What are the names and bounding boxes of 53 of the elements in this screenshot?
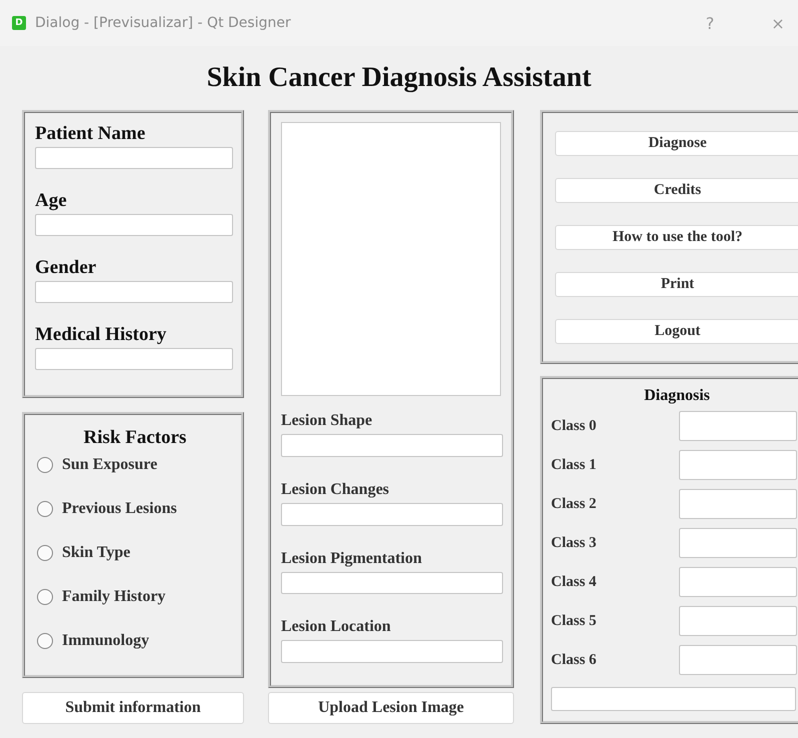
radio-button[interactable] <box>37 545 53 561</box>
app-heading: Skin Cancer Diagnosis Assistant <box>206 62 592 95</box>
panel-title: Diagnosis <box>643 386 711 406</box>
radio-button[interactable] <box>37 457 53 473</box>
class-label: Class 6 <box>551 652 598 668</box>
class-label: Class 3 <box>551 534 598 552</box>
radio-label[interactable]: Family History <box>62 588 166 606</box>
action-button[interactable]: Logout <box>555 319 798 344</box>
input-field[interactable] <box>679 606 797 636</box>
input-field[interactable] <box>679 411 797 441</box>
input-field[interactable] <box>35 281 233 303</box>
radio-label[interactable]: Immunology <box>62 632 150 650</box>
input-field[interactable] <box>281 502 503 526</box>
input-field[interactable] <box>281 640 503 663</box>
submit-button[interactable]: Submit information <box>22 692 244 724</box>
input-field[interactable] <box>281 572 503 594</box>
class-label: Class 1 <box>551 456 598 474</box>
field-label: Lesion Changes <box>281 480 390 500</box>
field-label: Lesion Shape <box>281 411 374 432</box>
radio-button[interactable] <box>37 633 53 649</box>
input-field[interactable] <box>281 434 503 457</box>
action-button[interactable]: Diagnose <box>555 131 798 156</box>
app-icon: D <box>12 16 26 30</box>
action-button[interactable]: How to use the tool? <box>555 225 798 250</box>
input-field[interactable] <box>679 528 797 558</box>
radio-label[interactable]: Previous Lesions <box>62 500 177 518</box>
class-label: Class 5 <box>551 612 598 630</box>
field-label: Gender <box>35 257 98 279</box>
field-label: Age <box>35 190 68 212</box>
input-field[interactable] <box>679 645 797 675</box>
window-title: Dialog - [Previsualizar] - Qt Designer <box>35 15 291 31</box>
radio-label[interactable]: Sun Exposure <box>62 456 158 474</box>
upload-button[interactable]: Upload Lesion Image <box>268 692 514 724</box>
input-field[interactable] <box>679 567 797 597</box>
field-label: Medical History <box>35 324 168 346</box>
field-label: Lesion Pigmentation <box>281 548 423 569</box>
action-button[interactable]: Print <box>555 272 798 297</box>
radio-button[interactable] <box>37 501 53 517</box>
field-label: Patient Name <box>35 123 146 145</box>
field-label: Lesion Location <box>281 617 392 638</box>
radio-label[interactable]: Skin Type <box>62 544 130 562</box>
input-field[interactable] <box>679 489 797 519</box>
result-field[interactable] <box>551 687 796 711</box>
class-label: Class 2 <box>551 496 598 512</box>
class-label: Class 4 <box>551 574 598 590</box>
input-field[interactable] <box>35 147 233 169</box>
input-field[interactable] <box>35 348 233 370</box>
input-field[interactable] <box>679 450 797 480</box>
class-label: Class 0 <box>551 418 598 434</box>
input-field[interactable] <box>35 214 233 236</box>
panel-title: Risk Factors <box>82 427 188 449</box>
radio-button[interactable] <box>37 589 53 605</box>
action-button[interactable]: Credits <box>555 178 798 203</box>
